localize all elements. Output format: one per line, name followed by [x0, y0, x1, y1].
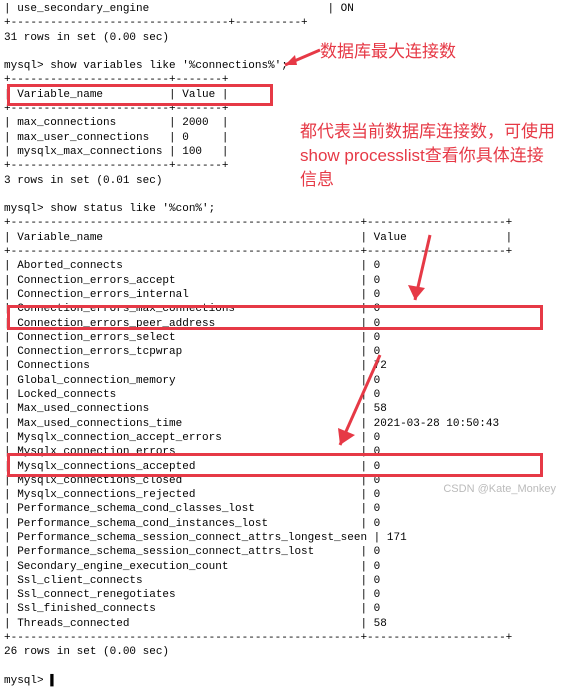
line: 26 rows in set (0.00 sec) — [4, 646, 169, 658]
line: | Performance_schema_cond_instances_lost… — [4, 518, 380, 530]
line: | Mysqlx_connection_errors | 0 — [4, 446, 380, 458]
line: | Variable_name | Value | — [4, 89, 228, 101]
line: | Connection_errors_max_connections | 0 — [4, 303, 380, 315]
line: | Connection_errors_select | 0 — [4, 332, 380, 344]
line: | Ssl_client_connects | 0 — [4, 575, 380, 587]
line: | Connection_errors_internal | 0 — [4, 289, 380, 301]
line: | Performance_schema_cond_classes_lost |… — [4, 503, 380, 515]
line: | Variable_name | Value | — [4, 232, 512, 244]
line: mysql> show status like '%con%'; — [4, 203, 215, 215]
line: | Secondary_engine_execution_count | 0 — [4, 561, 380, 573]
line: | use_secondary_engine | ON — [4, 3, 354, 15]
watermark: CSDN @Kate_Monkey — [443, 482, 556, 496]
line: | Mysqlx_connections_accepted | 0 — [4, 461, 380, 473]
line: | Ssl_connect_renegotiates | 0 — [4, 589, 380, 601]
line: | Aborted_connects | 0 — [4, 260, 380, 272]
annotation-current-connections: 都代表当前数据库连接数，可使用show processlist查看你具体连接信息 — [300, 120, 560, 191]
line: 3 rows in set (0.01 sec) — [4, 175, 162, 187]
line: | Max_used_connections | 58 — [4, 403, 387, 415]
line: | Connection_errors_accept | 0 — [4, 275, 380, 287]
line: +---------------------------------------… — [4, 217, 512, 229]
line: | Global_connection_memory | 0 — [4, 375, 380, 387]
line: | Threads_connected | 58 — [4, 618, 387, 630]
line: +------------------------+-------+ — [4, 160, 228, 172]
terminal-output: | use_secondary_engine | ON +-----------… — [0, 0, 564, 690]
line: mysql> show variables like '%connections… — [4, 60, 288, 72]
line: | Connection_errors_peer_address | 0 — [4, 318, 380, 330]
line: | Connections | 72 — [4, 360, 387, 372]
line: | max_user_connections | 0 | — [4, 132, 228, 144]
line: | Locked_connects | 0 — [4, 389, 380, 401]
line: +---------------------------------------… — [4, 246, 512, 258]
line: +---------------------------------------… — [4, 632, 512, 644]
annotation-max-connections: 数据库最大连接数 — [320, 40, 456, 64]
line: +------------------------+-------+ — [4, 103, 228, 115]
line: | Mysqlx_connections_rejected | 0 — [4, 489, 380, 501]
line: | Connection_errors_tcpwrap | 0 — [4, 346, 380, 358]
line: | Performance_schema_session_connect_att… — [4, 546, 380, 558]
line: | Max_used_connections_time | 2021-03-28… — [4, 418, 499, 430]
line: mysql> ▌ — [4, 675, 57, 687]
line: | Mysqlx_connections_closed | 0 — [4, 475, 380, 487]
line: | Ssl_finished_connects | 0 — [4, 603, 380, 615]
line: | max_connections | 2000 | — [4, 117, 228, 129]
line: | mysqlx_max_connections | 100 | — [4, 146, 228, 158]
line: +---------------------------------+-----… — [4, 17, 308, 29]
line: | Mysqlx_connection_accept_errors | 0 — [4, 432, 380, 444]
line: 31 rows in set (0.00 sec) — [4, 32, 169, 44]
line: +------------------------+-------+ — [4, 74, 228, 86]
line: | Performance_schema_session_connect_att… — [4, 532, 407, 544]
